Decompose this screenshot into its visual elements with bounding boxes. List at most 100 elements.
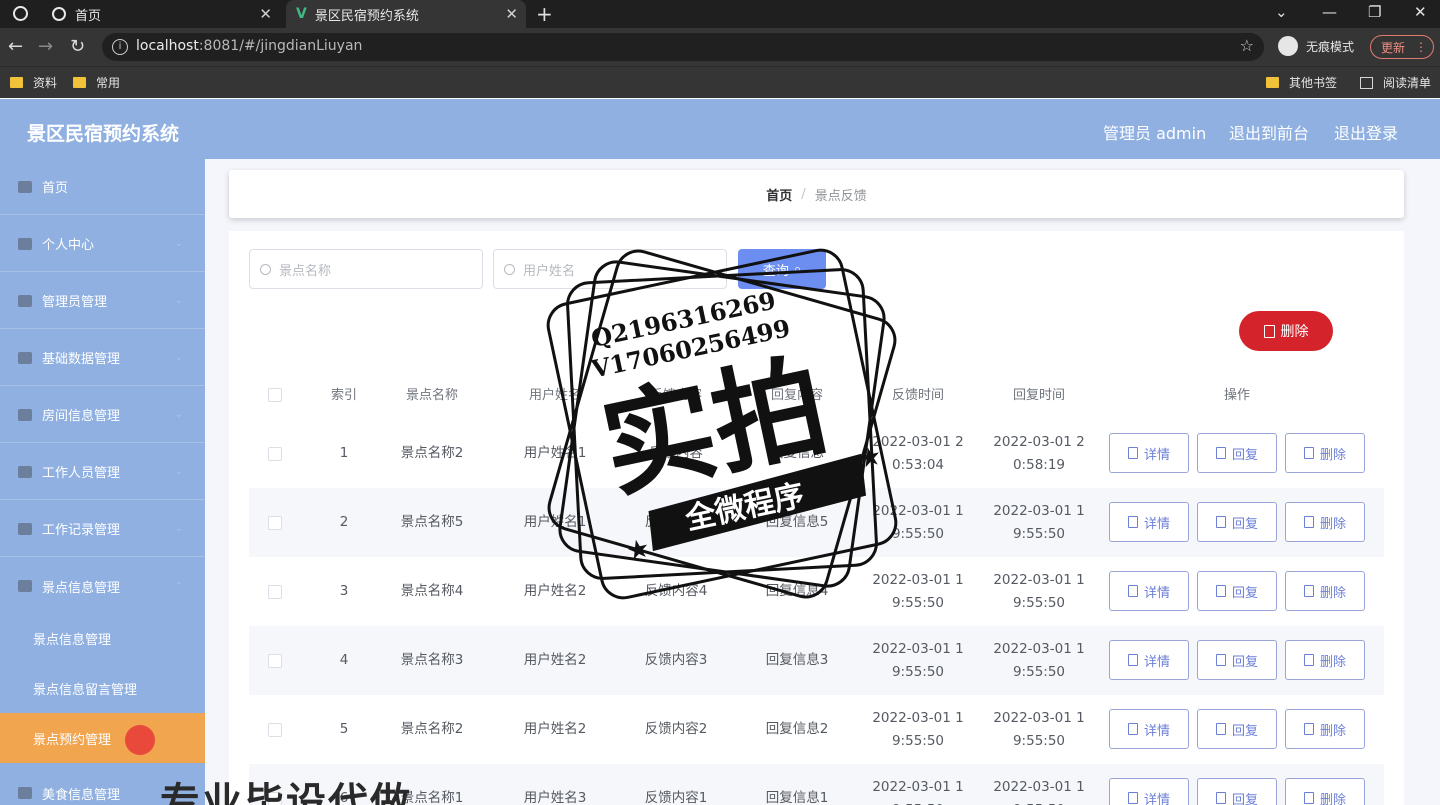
reply-button[interactable]: 回复 — [1197, 433, 1277, 473]
cell-content: 反馈内容3 — [644, 652, 708, 668]
detail-button[interactable]: 详情 — [1109, 433, 1189, 473]
sidebar-item-home[interactable]: 首页 — [0, 159, 205, 215]
delete-button[interactable]: 删除 — [1285, 778, 1365, 805]
close-icon[interactable]: ✕ — [505, 5, 518, 23]
sidebar-item-work-records[interactable]: 工作记录管理 ⌄ — [0, 501, 205, 557]
reply-button[interactable]: 回复 — [1197, 778, 1277, 805]
scenic-name-input[interactable]: 景点名称 — [249, 249, 483, 289]
info-icon[interactable]: i — [112, 39, 128, 55]
detail-button[interactable]: 详情 — [1109, 571, 1189, 611]
row-checkbox[interactable] — [268, 653, 282, 668]
update-label: 更新 — [1381, 40, 1406, 55]
breadcrumb-home[interactable]: 首页 — [766, 185, 792, 204]
detail-button[interactable]: 详情 — [1109, 709, 1189, 749]
detail-button[interactable]: 详情 — [1109, 640, 1189, 680]
cell-name: 景点名称2 — [400, 721, 464, 737]
update-button[interactable]: 更新 ⋮ — [1370, 35, 1434, 59]
admin-icon — [18, 294, 32, 307]
cell-user: 用户姓名2 — [523, 721, 587, 737]
delete-button[interactable]: 删除 — [1285, 502, 1365, 542]
more-icon: ⋮ — [1415, 40, 1428, 54]
tab-home[interactable]: 首页 ✕ — [52, 0, 280, 28]
bookmark-item[interactable]: 常用 — [73, 74, 120, 91]
app-header: 景区民宿预约系统 管理员 admin 退出到前台 退出登录 — [0, 99, 1440, 159]
cell-feedback-time: 2022-03-01 19:55:50 — [872, 709, 964, 749]
bookmarks-bar: 资料 常用 其他书签 阅读清单 — [0, 66, 1440, 98]
globe-icon[interactable] — [13, 6, 28, 21]
cell-name: 景点名称3 — [400, 652, 464, 668]
to-front-link[interactable]: 退出到前台 — [1229, 120, 1309, 144]
cell-feedback-time: 2022-03-01 19:55:50 — [872, 502, 964, 542]
query-button[interactable]: 查询 ⌕ — [738, 249, 826, 289]
cell-content: 反馈内容1 — [644, 790, 708, 805]
browser-tab-bar: 首页 ✕ V 景区民宿预约系统 ✕ + ⌄ — ❐ ✕ — [0, 0, 1440, 28]
delete-button[interactable]: 删除 — [1285, 571, 1365, 611]
row-checkbox[interactable] — [268, 446, 282, 461]
table-row: 6景点名称1用户姓名3反馈内容1回复信息12022-03-01 19:55:50… — [249, 764, 1384, 805]
sidebar-item-scenic[interactable]: 景点信息管理 ⌃ — [0, 558, 205, 614]
sidebar-subitem-scenic-booking[interactable]: 景点预约管理 — [0, 713, 205, 763]
url-field[interactable]: i localhost:8081/#/jingdianLiuyan ☆ — [102, 33, 1264, 61]
trash-icon — [1303, 723, 1314, 735]
cell-name: 景点名称5 — [400, 514, 464, 530]
detail-button[interactable]: 详情 — [1109, 502, 1189, 542]
new-tab-icon[interactable]: + — [536, 2, 553, 26]
logout-link[interactable]: 退出登录 — [1334, 120, 1398, 144]
sidebar-subitem-scenic-comments[interactable]: 景点信息留言管理 — [0, 663, 205, 713]
cell-feedback-time: 2022-03-01 2 0:53:04 — [872, 433, 964, 473]
url-text: localhost:8081/#/jingdianLiuyan — [136, 38, 363, 54]
document-icon — [1127, 585, 1138, 597]
close-icon[interactable]: ✕ — [259, 5, 272, 23]
reply-button[interactable]: 回复 — [1197, 502, 1277, 542]
incognito-indicator[interactable]: 无痕模式 — [1278, 36, 1354, 56]
bookmark-item[interactable]: 资料 — [10, 74, 57, 91]
delete-button[interactable]: 删除 — [1285, 433, 1365, 473]
col-feedback-time: 反馈时间 — [891, 387, 944, 403]
row-checkbox[interactable] — [268, 515, 282, 530]
cell-reply-time: 2022-03-01 19:55:50 — [993, 640, 1085, 680]
close-window-icon[interactable]: ✕ — [1414, 3, 1427, 21]
reply-button[interactable]: 回复 — [1197, 709, 1277, 749]
cell-feedback-time: 2022-03-01 19:55:50 — [872, 778, 964, 805]
sidebar-item-rooms[interactable]: 房间信息管理 ⌄ — [0, 387, 205, 443]
tab-label: 首页 — [75, 8, 102, 24]
document-icon — [1127, 792, 1138, 804]
cell-user: 用户姓名1 — [523, 445, 587, 461]
cell-reply: 回复信息1 — [765, 790, 829, 805]
cell-reply: 回复信息2 — [765, 721, 829, 737]
reload-icon[interactable]: ↻ — [70, 36, 85, 57]
reply-button[interactable]: 回复 — [1197, 640, 1277, 680]
back-icon[interactable]: ← — [8, 36, 23, 57]
batch-delete-button[interactable]: 删除 — [1239, 311, 1333, 351]
sidebar-subitem-scenic-info[interactable]: 景点信息管理 — [0, 613, 205, 663]
minimize-icon[interactable]: — — [1322, 3, 1337, 21]
cell-name: 景点名称2 — [400, 445, 464, 461]
maximize-icon[interactable]: ❐ — [1368, 3, 1381, 21]
reading-list[interactable]: 阅读清单 — [1360, 74, 1431, 91]
row-checkbox[interactable] — [268, 584, 282, 599]
delete-button[interactable]: 删除 — [1285, 640, 1365, 680]
row-checkbox[interactable] — [268, 722, 282, 737]
sidebar-item-profile[interactable]: 个人中心 ⌄ — [0, 216, 205, 272]
table-row: 4 景点名称3 用户姓名2 反馈内容3 回复信息3 2022-03-01 1 9:55:50… — [249, 626, 1384, 695]
star-icon[interactable]: ☆ — [1240, 36, 1254, 55]
sidebar-item-base-data[interactable]: 基础数据管理 ⌄ — [0, 330, 205, 386]
detail-button[interactable]: 详情 — [1109, 778, 1189, 805]
search-icon — [260, 263, 271, 275]
forward-icon[interactable]: → — [38, 36, 53, 57]
bookmark-item[interactable]: 其他书签 — [1266, 74, 1337, 91]
reply-button[interactable]: 回复 — [1197, 571, 1277, 611]
select-all-checkbox[interactable] — [268, 388, 282, 402]
admin-label: 管理员 admin — [1103, 124, 1207, 143]
delete-button[interactable]: 删除 — [1285, 709, 1365, 749]
chevron-down-icon: ⌄ — [174, 409, 183, 420]
sidebar-item-staff[interactable]: 工作人员管理 ⌄ — [0, 444, 205, 500]
user-name-input[interactable]: 用户姓名 — [493, 249, 727, 289]
reading-list-icon — [1360, 76, 1373, 89]
cell-user: 用户姓名1 — [523, 514, 587, 530]
trash-icon — [1303, 654, 1314, 666]
chevron-down-icon[interactable]: ⌄ — [1275, 3, 1288, 21]
sidebar-item-admin[interactable]: 管理员管理 ⌄ — [0, 273, 205, 329]
folder-icon — [73, 77, 86, 88]
tab-active[interactable]: V 景区民宿预约系统 ✕ — [286, 0, 526, 28]
